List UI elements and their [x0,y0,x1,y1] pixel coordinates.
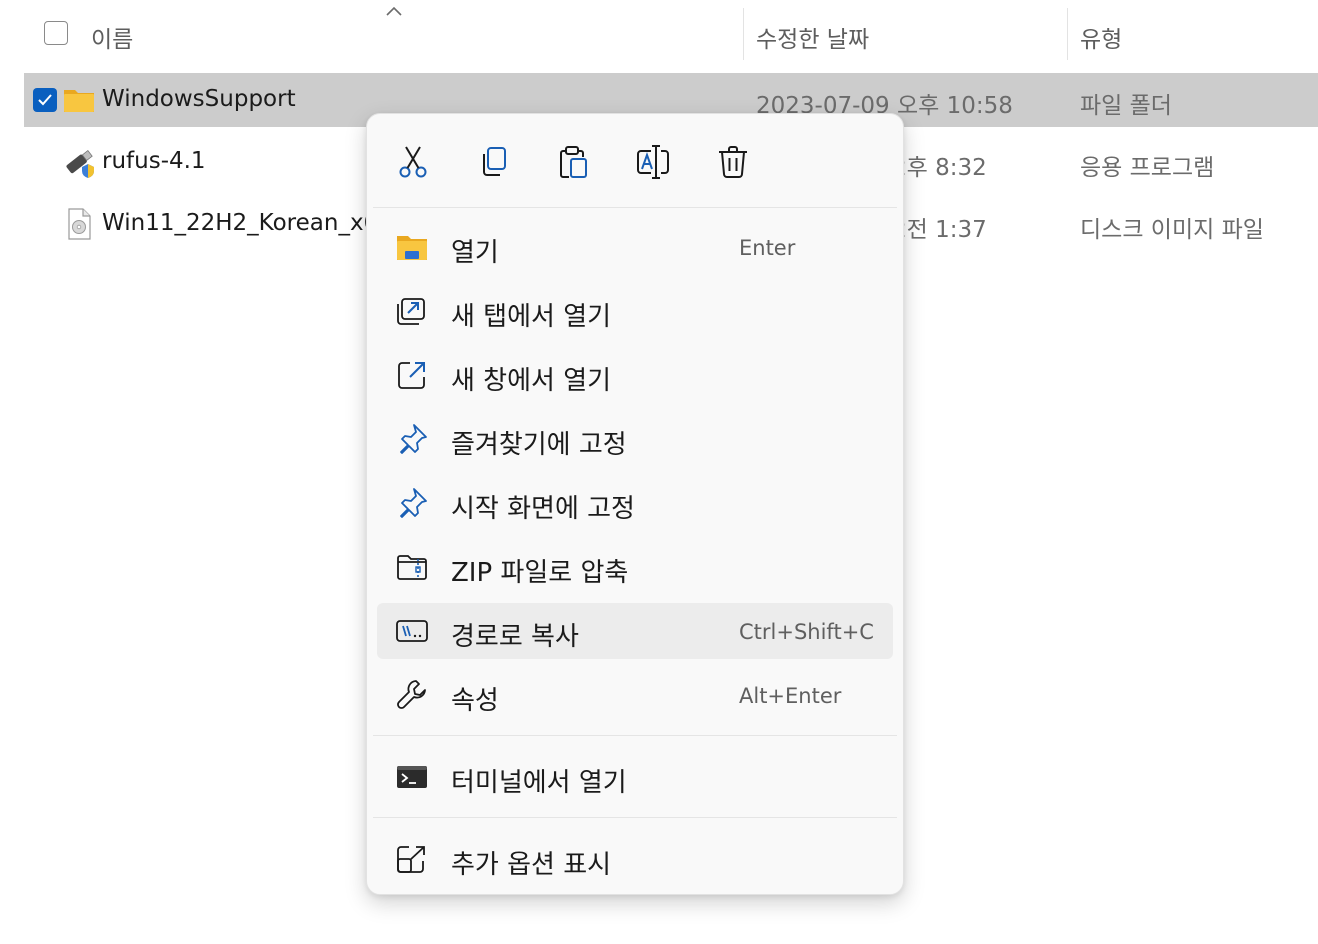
menu-item-open-new-window[interactable]: 새 창에서 열기 [377,347,893,403]
terminal-icon [395,760,429,794]
folder-icon [64,90,94,112]
menu-item-label: 새 창에서 열기 [451,366,612,396]
menu-item-pin-quick-access[interactable]: 즐겨찾기에 고정 [377,411,893,467]
paste-button[interactable] [553,142,593,182]
menu-item-label: ZIP 파일로 압축 [451,558,629,588]
more-options-icon [395,842,429,876]
menu-item-compress-zip[interactable]: ZIP 파일로 압축 [377,539,893,595]
row-checkbox[interactable] [33,88,57,112]
menu-separator [373,735,897,736]
menu-separator [373,817,897,818]
menu-item-label: 즐겨찾기에 고정 [451,430,627,460]
cut-button[interactable] [393,142,433,182]
zip-folder-icon [395,550,429,584]
file-date: 2후 8:32 [892,155,987,181]
sort-ascending-icon [386,6,402,16]
menu-item-label: 터미널에서 열기 [451,768,627,798]
delete-button[interactable] [713,142,753,182]
disc-image-icon [68,208,91,240]
copy-path-icon [395,614,429,648]
menu-item-properties[interactable]: 속성 Alt+Enter [377,667,893,723]
rename-button[interactable] [633,142,673,182]
file-name: Win11_22H2_Korean_x64 [102,210,393,236]
menu-item-label: 새 탭에서 열기 [451,302,612,332]
folder-open-icon [395,230,429,264]
new-tab-icon [395,294,429,328]
menu-item-show-more-options[interactable]: 추가 옵션 표시 [377,831,893,887]
pin-icon [395,486,429,520]
copy-icon [483,147,506,176]
menu-item-label: 열기 [451,238,499,268]
clipboard-icon [560,146,587,178]
column-divider[interactable] [1067,8,1068,60]
column-header: 이름 수정한 날짜 유형 [0,0,1318,70]
menu-item-shortcut: Enter [739,236,796,260]
column-type-header[interactable]: 유형 [1080,20,1122,54]
rename-icon [637,145,669,179]
context-menu: 열기 Enter 새 탭에서 열기 새 창에서 열기 즐겨찾기에 고정 시작 화… [366,113,904,895]
new-window-icon [395,358,429,392]
menu-item-shortcut: Alt+Enter [739,684,842,708]
column-date-header[interactable]: 수정한 날짜 [756,20,869,54]
menu-item-label: 시작 화면에 고정 [451,494,635,524]
file-explorer: 이름 수정한 날짜 유형 WindowsSupport 2023-07-09 오… [0,0,1318,944]
trash-icon [719,146,747,178]
menu-item-copy-as-path[interactable]: 경로로 복사 Ctrl+Shift+C [377,603,893,659]
menu-separator [373,207,897,208]
menu-item-pin-start[interactable]: 시작 화면에 고정 [377,475,893,531]
wrench-icon [395,678,429,712]
file-type: 파일 폴더 [1080,93,1172,119]
menu-item-shortcut: Ctrl+Shift+C [739,620,874,644]
column-name-header[interactable]: 이름 [91,20,133,54]
copy-button[interactable] [473,142,513,182]
menu-item-open[interactable]: 열기 Enter [377,219,893,275]
menu-item-label: 추가 옵션 표시 [451,850,612,880]
file-date: 2전 1:37 [892,217,987,243]
usb-app-icon [66,150,94,178]
menu-item-open-terminal[interactable]: 터미널에서 열기 [377,749,893,805]
scissors-icon [399,146,427,178]
file-type: 응용 프로그램 [1080,155,1215,181]
column-divider[interactable] [743,8,744,60]
checkmark-icon [38,94,52,106]
menu-item-open-new-tab[interactable]: 새 탭에서 열기 [377,283,893,339]
menu-item-label: 속성 [451,686,499,716]
file-name: rufus-4.1 [102,148,206,174]
select-all-checkbox[interactable] [44,21,68,45]
file-type: 디스크 이미지 파일 [1080,217,1264,243]
pin-icon [395,422,429,456]
file-name: WindowsSupport [102,86,296,112]
menu-item-label: 경로로 복사 [451,622,579,652]
